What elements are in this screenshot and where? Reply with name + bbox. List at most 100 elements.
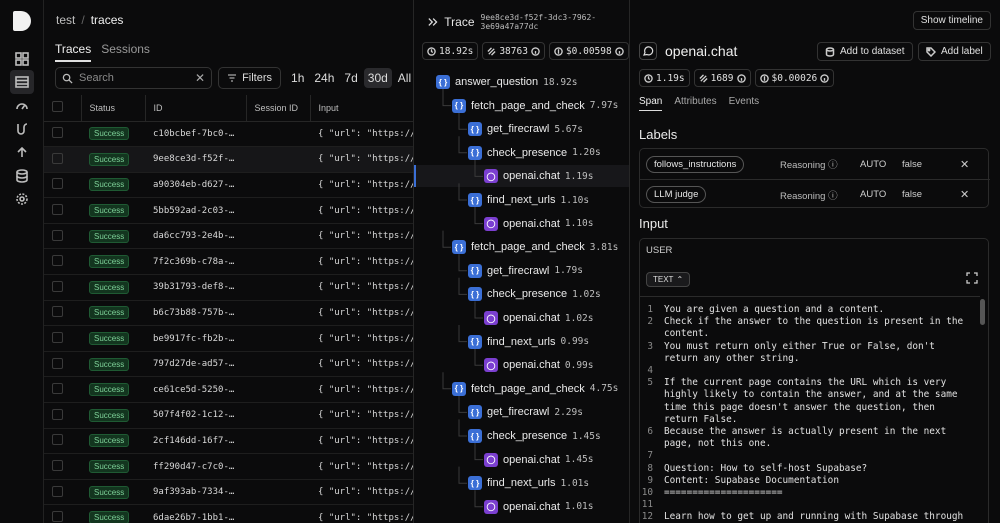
- table-row[interactable]: Success c10bcbef-7bc0-… { "url": "https://…: [44, 121, 413, 148]
- upload-icon[interactable]: [13, 143, 31, 161]
- select-all-checkbox[interactable]: [52, 101, 63, 113]
- info-icon[interactable]: [736, 73, 746, 83]
- row-checkbox[interactable]: [52, 178, 63, 190]
- trace-id-cell[interactable]: 39b31793-def8-…: [145, 274, 246, 301]
- trace-id-cell[interactable]: a90304eb-d627-…: [145, 172, 246, 199]
- tab-traces[interactable]: Traces: [55, 42, 92, 62]
- trace-id-cell[interactable]: b6c73b88-757b-…: [145, 300, 246, 327]
- input-cell[interactable]: { "url": "https://s…: [310, 300, 413, 327]
- range-all[interactable]: All: [394, 68, 413, 88]
- input-cell[interactable]: { "url": "https://s…: [310, 197, 413, 224]
- range-30d[interactable]: 30d: [363, 68, 392, 88]
- trace-id-cell[interactable]: 7f2c369b-c78a-…: [145, 248, 246, 276]
- add-to-dataset-button[interactable]: Add to dataset: [817, 42, 913, 61]
- input-cell[interactable]: { "url": "https://s…: [310, 351, 413, 378]
- input-cell[interactable]: { "url": "https://s…: [310, 223, 413, 250]
- trace-node[interactable]: { } find_next_urls 0.99s: [468, 333, 589, 351]
- label-reasoning[interactable]: Reasoning ⓘ: [780, 188, 838, 202]
- input-cell[interactable]: { "url": "https://s…: [310, 428, 413, 455]
- flow-icon[interactable]: [13, 120, 31, 138]
- input-cell[interactable]: { "url": "https://s…: [310, 504, 413, 523]
- row-checkbox[interactable]: [52, 357, 63, 369]
- trace-node[interactable]: { } get_firecrawl 2.29s: [468, 403, 583, 421]
- row-checkbox[interactable]: [52, 408, 63, 420]
- input-cell[interactable]: { "url": "https://s…: [310, 325, 413, 352]
- table-row[interactable]: Success 797d27de-ad57-… { "url": "https://…: [44, 351, 413, 378]
- traces-icon[interactable]: [10, 70, 34, 94]
- settings-gear-icon[interactable]: [13, 190, 31, 208]
- trace-node[interactable]: ◯ openai.chat 1.02s: [484, 309, 594, 327]
- tab-attributes[interactable]: Attributes: [674, 96, 716, 111]
- trace-node[interactable]: ◯ openai.chat 1.01s: [484, 498, 594, 516]
- trace-node[interactable]: { } find_next_urls 1.01s: [468, 474, 589, 492]
- row-checkbox[interactable]: [52, 383, 63, 395]
- trace-id-cell[interactable]: da6cc793-2e4b-…: [145, 223, 246, 250]
- trace-node[interactable]: ◯ openai.chat 1.19s: [484, 167, 594, 185]
- remove-label-icon[interactable]: ✕: [960, 158, 969, 171]
- trace-id-cell[interactable]: ce61ce5d-5250-…: [145, 376, 246, 404]
- trace-node[interactable]: { } fetch_page_and_check 7.97s: [452, 97, 618, 115]
- input-cell[interactable]: { "url": "https://s…: [310, 376, 413, 404]
- input-cell[interactable]: { "url": "https://s…: [310, 248, 413, 276]
- input-cell[interactable]: { "url": "https://s…: [310, 402, 413, 429]
- label-reasoning[interactable]: Reasoning ⓘ: [780, 157, 838, 171]
- tab-events[interactable]: Events: [729, 96, 760, 111]
- table-row[interactable]: Success 5bb592ad-2c03-… { "url": "https://…: [44, 197, 413, 224]
- input-cell[interactable]: { "url": "https://s…: [310, 274, 413, 301]
- table-row[interactable]: Success b6c73b88-757b-… { "url": "https://…: [44, 300, 413, 327]
- range-7d[interactable]: 7d: [340, 68, 361, 88]
- gauge-icon[interactable]: [13, 97, 31, 115]
- trace-node[interactable]: { } answer_question 18.92s: [436, 73, 578, 91]
- row-checkbox[interactable]: [52, 280, 63, 292]
- column-header-status[interactable]: Status: [81, 95, 146, 122]
- table-row[interactable]: Success be9917fc-fb2b-… { "url": "https://…: [44, 325, 413, 352]
- column-header-id[interactable]: ID: [145, 95, 247, 122]
- column-header-session-id[interactable]: Session ID: [246, 95, 311, 122]
- trace-node[interactable]: { } check_presence 1.02s: [468, 285, 601, 303]
- table-row[interactable]: Success 9af393ab-7334-… { "url": "https://…: [44, 479, 413, 506]
- app-logo[interactable]: [13, 11, 31, 31]
- row-checkbox[interactable]: [52, 485, 63, 497]
- trace-id-cell[interactable]: 6dae26b7-1bb1-…: [145, 504, 246, 523]
- trace-node[interactable]: { } check_presence 1.20s: [468, 144, 601, 162]
- column-header-input[interactable]: Input: [310, 95, 413, 122]
- label-chip[interactable]: LLM judge: [646, 186, 707, 203]
- row-checkbox[interactable]: [52, 255, 63, 267]
- trace-id-cell[interactable]: be9917fc-fb2b-…: [145, 325, 246, 352]
- trace-id-cell[interactable]: 2cf146dd-16f7-…: [145, 428, 246, 455]
- trace-node[interactable]: { } get_firecrawl 1.79s: [468, 262, 583, 280]
- trace-node[interactable]: { } get_firecrawl 5.67s: [468, 120, 583, 138]
- database-icon[interactable]: [13, 167, 31, 185]
- row-checkbox[interactable]: [52, 306, 63, 318]
- trace-id-cell[interactable]: 5bb592ad-2c03-…: [145, 197, 246, 224]
- input-cell[interactable]: { "url": "https://s…: [310, 453, 413, 480]
- clear-search-icon[interactable]: ✕: [195, 71, 205, 85]
- row-checkbox[interactable]: [52, 229, 63, 241]
- table-row[interactable]: Success 39b31793-def8-… { "url": "https://…: [44, 274, 413, 301]
- trace-node[interactable]: ◯ openai.chat 0.99s: [484, 356, 594, 374]
- input-cell[interactable]: { "url": "https://s…: [310, 146, 413, 173]
- row-checkbox[interactable]: [52, 204, 63, 216]
- trace-node[interactable]: { } fetch_page_and_check 3.81s: [452, 238, 618, 256]
- trace-id-cell[interactable]: c10bcbef-7bc0-…: [145, 121, 246, 148]
- table-row[interactable]: Success 2cf146dd-16f7-… { "url": "https://…: [44, 428, 413, 455]
- tab-sessions[interactable]: Sessions: [101, 42, 150, 62]
- table-row[interactable]: Success 6dae26b7-1bb1-… { "url": "https://…: [44, 504, 413, 523]
- label-chip[interactable]: follows_instructions: [646, 155, 745, 173]
- input-cell[interactable]: { "url": "https://s…: [310, 121, 413, 148]
- trace-node[interactable]: ◯ openai.chat 1.45s: [484, 451, 594, 469]
- table-row[interactable]: Success da6cc793-2e4b-… { "url": "https://…: [44, 223, 413, 250]
- fullscreen-icon[interactable]: [966, 272, 978, 284]
- trace-id-cell[interactable]: 797d27de-ad57-…: [145, 351, 246, 378]
- breadcrumb-project[interactable]: test: [56, 13, 75, 27]
- row-checkbox[interactable]: [52, 152, 63, 164]
- trace-id-cell[interactable]: ff290d47-c7c0-…: [145, 453, 246, 480]
- trace-id-cell[interactable]: 9ee8ce3d-f52f-…: [145, 146, 246, 173]
- range-1h[interactable]: 1h: [287, 68, 308, 88]
- table-row[interactable]: Success 9ee8ce3d-f52f-… { "url": "https://…: [44, 146, 413, 173]
- table-row[interactable]: Success 507f4f02-1c12-… { "url": "https://…: [44, 402, 413, 429]
- trace-node[interactable]: { } find_next_urls 1.10s: [468, 191, 589, 209]
- trace-id-cell[interactable]: 507f4f02-1c12-…: [145, 402, 246, 429]
- table-row[interactable]: Success a90304eb-d627-… { "url": "https://…: [44, 172, 413, 199]
- input-cell[interactable]: { "url": "https://s…: [310, 172, 413, 199]
